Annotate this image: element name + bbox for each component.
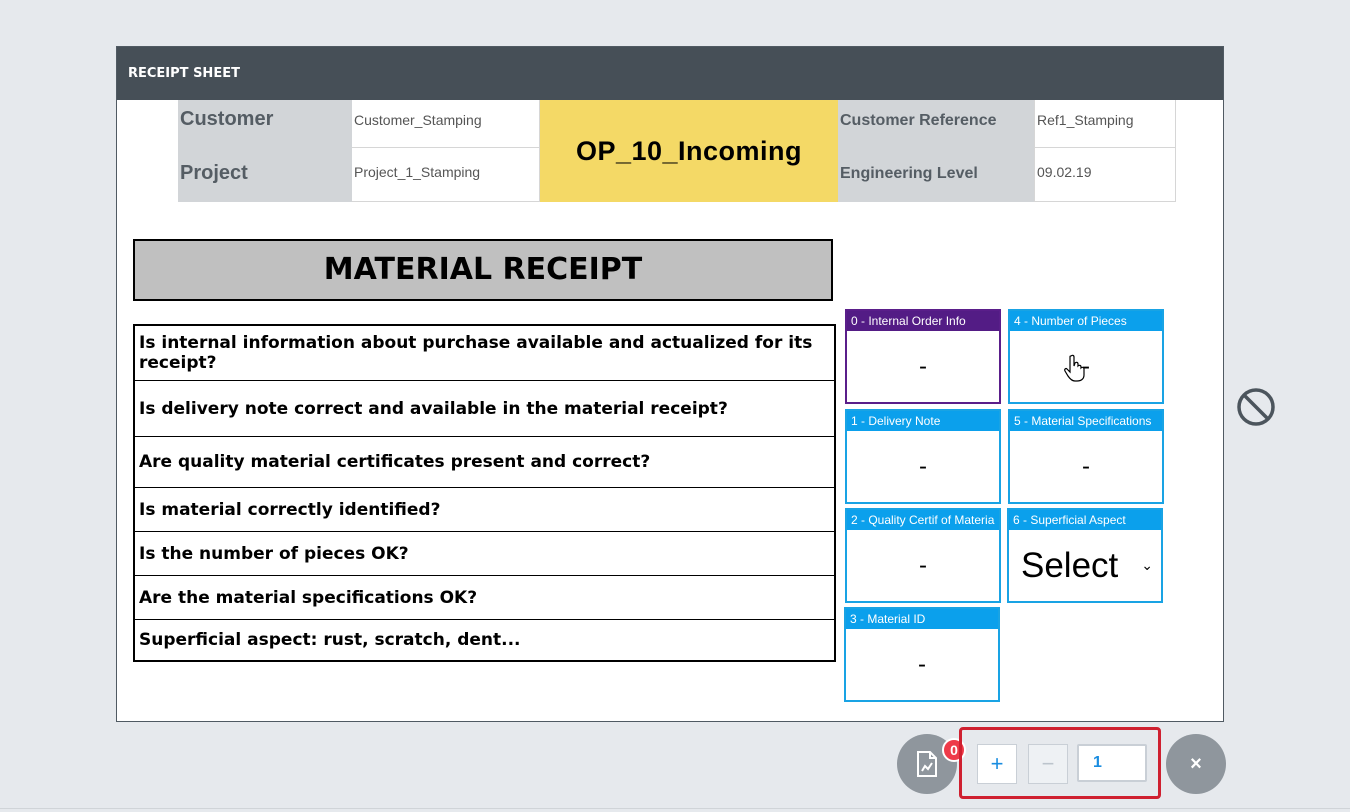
engineering-level-value: 09.02.19 bbox=[1034, 148, 1176, 202]
receipt-sheet-panel: RECEIPT SHEET Customer Customer_Stamping… bbox=[116, 46, 1224, 722]
card-material-specifications[interactable]: 5 - Material Specifications - bbox=[1008, 409, 1164, 504]
card-internal-order-info[interactable]: 0 - Internal Order Info - bbox=[845, 309, 1001, 404]
header-info-table: Customer Customer_Stamping Project Proje… bbox=[178, 100, 1176, 202]
card-title: 6 - Superficial Aspect bbox=[1009, 510, 1161, 530]
customer-label: Customer bbox=[178, 100, 352, 148]
card-value[interactable]: - bbox=[1010, 431, 1162, 502]
sheet-title: RECEIPT SHEET bbox=[117, 47, 1223, 100]
question-row: Is the number of pieces OK? bbox=[135, 532, 834, 576]
card-value[interactable]: - bbox=[846, 629, 998, 700]
operation-name: OP_10_Incoming bbox=[540, 100, 838, 202]
close-button[interactable]: × bbox=[1166, 734, 1226, 794]
card-value[interactable]: - bbox=[847, 331, 999, 402]
question-row: Superficial aspect: rust, scratch, dent.… bbox=[139, 630, 521, 650]
card-title: 2 - Quality Certif of Materia bbox=[847, 510, 999, 530]
select-value: Select bbox=[1021, 545, 1119, 585]
card-superficial-aspect[interactable]: 6 - Superficial Aspect Select ⌄ bbox=[1007, 508, 1163, 603]
card-quality-certificate[interactable]: 2 - Quality Certif of Materia - bbox=[845, 508, 1001, 603]
chevron-down-icon: ⌄ bbox=[1141, 557, 1153, 573]
card-title: 0 - Internal Order Info bbox=[847, 311, 999, 331]
decrement-button[interactable]: − bbox=[1028, 744, 1068, 784]
increment-button[interactable]: + bbox=[977, 744, 1017, 784]
card-title: 3 - Material ID bbox=[846, 609, 998, 629]
customer-value: Customer_Stamping bbox=[352, 100, 540, 148]
block-icon[interactable] bbox=[1236, 387, 1276, 427]
card-value[interactable]: - bbox=[847, 431, 999, 502]
question-row: Is internal information about purchase a… bbox=[135, 326, 834, 381]
question-row: Are quality material certificates presen… bbox=[135, 437, 834, 488]
card-value[interactable]: - bbox=[847, 530, 999, 601]
hand-cursor-icon bbox=[1064, 354, 1085, 382]
engineering-level-label: Engineering Level bbox=[838, 148, 1034, 202]
card-title: 5 - Material Specifications bbox=[1010, 411, 1162, 431]
card-value[interactable]: - bbox=[1010, 331, 1162, 402]
card-title: 1 - Delivery Note bbox=[847, 411, 999, 431]
card-number-of-pieces[interactable]: 4 - Number of Pieces - bbox=[1008, 309, 1164, 404]
project-label: Project bbox=[178, 148, 352, 202]
project-value: Project_1_Stamping bbox=[352, 148, 540, 202]
material-receipt-title: MATERIAL RECEIPT bbox=[133, 239, 833, 301]
question-row: Is material correctly identified? bbox=[135, 488, 834, 532]
card-title: 4 - Number of Pieces bbox=[1010, 311, 1162, 331]
questions-table: Is internal information about purchase a… bbox=[133, 324, 836, 662]
card-material-id[interactable]: 3 - Material ID - bbox=[844, 607, 1000, 702]
customer-reference-label: Customer Reference bbox=[838, 100, 1034, 148]
bottom-divider bbox=[0, 808, 1350, 809]
quantity-input[interactable]: 1 bbox=[1077, 744, 1147, 782]
question-row: Are the material specifications OK? bbox=[135, 576, 834, 620]
superficial-aspect-select[interactable]: Select ⌄ bbox=[1009, 530, 1161, 601]
document-chart-icon bbox=[917, 751, 937, 777]
customer-reference-value: Ref1_Stamping bbox=[1034, 100, 1176, 148]
card-delivery-note[interactable]: 1 - Delivery Note - bbox=[845, 409, 1001, 504]
question-row: Is delivery note correct and available i… bbox=[135, 381, 834, 437]
